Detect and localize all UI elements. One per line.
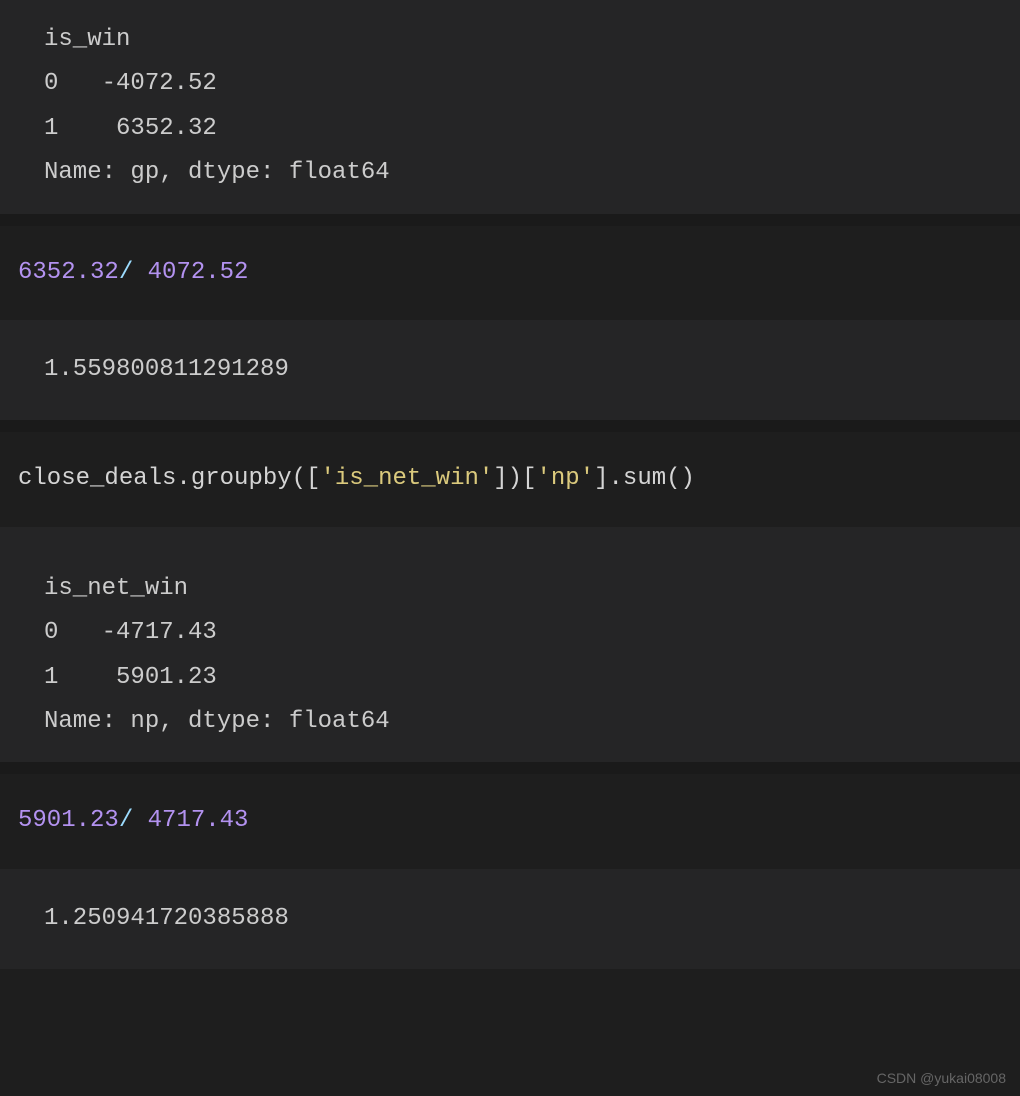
code-line: close_deals.groupby(['is_net_win'])['np'… — [18, 460, 1002, 498]
cell-divider — [0, 420, 1020, 432]
output-text: 1.559800811291289 — [44, 348, 1002, 392]
code-line: 6352.32/ 4072.52 — [18, 254, 1002, 292]
output-text: is_net_win 0 -4717.43 1 5901.23 Name: np… — [44, 567, 1002, 745]
code-line: 5901.23/ 4717.43 — [18, 802, 1002, 840]
output-cell-4: 1.250941720385888 — [0, 869, 1020, 969]
cell-divider — [0, 214, 1020, 226]
output-text: 1.250941720385888 — [44, 897, 1002, 941]
output-text: is_win 0 -4072.52 1 6352.32 Name: gp, dt… — [44, 18, 1002, 196]
input-cell-3[interactable]: close_deals.groupby(['is_net_win'])['np'… — [0, 432, 1020, 526]
output-cell-3: is_net_win 0 -4717.43 1 5901.23 Name: np… — [0, 527, 1020, 763]
output-cell-1: is_win 0 -4072.52 1 6352.32 Name: gp, dt… — [0, 0, 1020, 214]
input-cell-4[interactable]: 5901.23/ 4717.43 — [0, 774, 1020, 868]
cell-divider — [0, 762, 1020, 774]
output-cell-2: 1.559800811291289 — [0, 320, 1020, 420]
watermark: CSDN @yukai08008 — [877, 1070, 1006, 1086]
input-cell-2[interactable]: 6352.32/ 4072.52 — [0, 226, 1020, 320]
